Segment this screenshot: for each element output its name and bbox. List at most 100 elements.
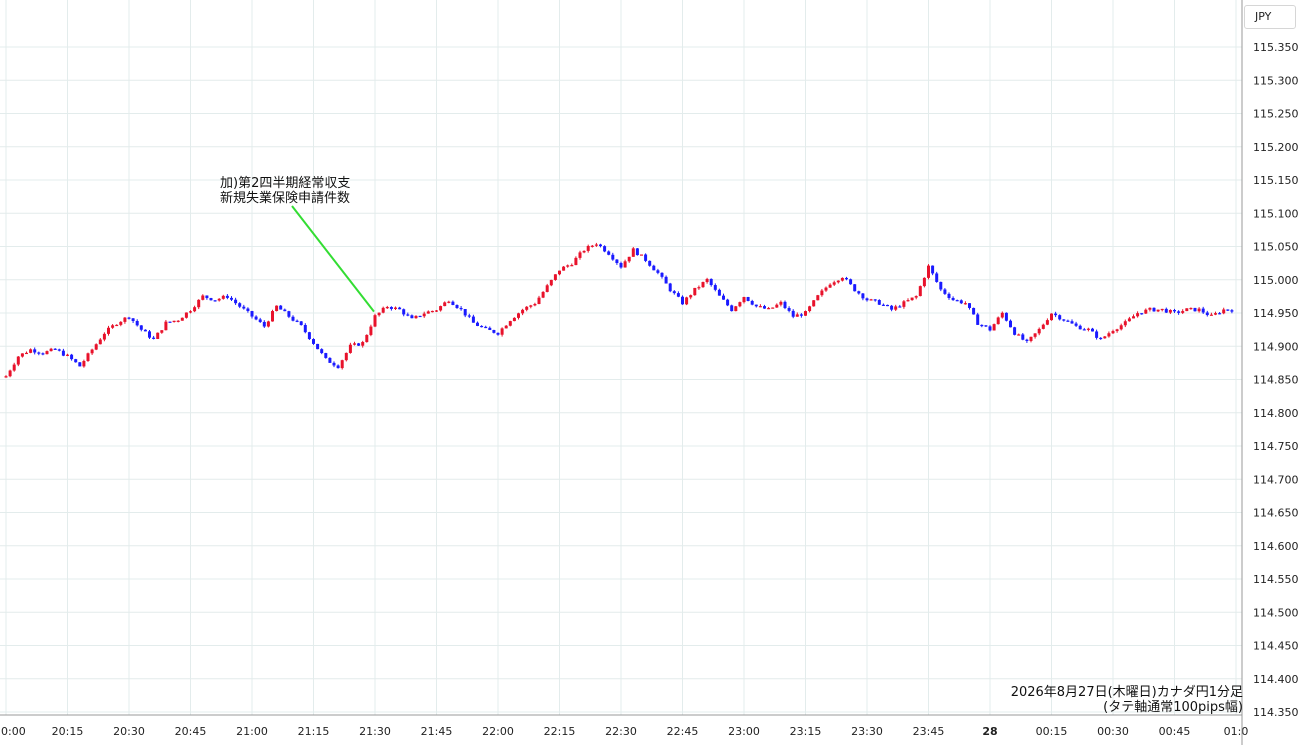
candle-body bbox=[836, 280, 840, 283]
candle-body bbox=[8, 370, 12, 377]
candle-body bbox=[49, 348, 53, 352]
candle bbox=[143, 329, 147, 332]
candle-body bbox=[828, 284, 832, 288]
candle bbox=[959, 299, 963, 305]
candle bbox=[1144, 308, 1148, 314]
candle bbox=[172, 320, 176, 323]
chart-caption: 2026年8月27日(木曜日)カナダ円1分足 (タテ軸通常100pips幅) bbox=[1011, 685, 1243, 715]
candle-body bbox=[558, 270, 561, 275]
candle-body bbox=[1222, 309, 1226, 314]
candle bbox=[566, 264, 570, 268]
candle bbox=[840, 277, 844, 282]
candle bbox=[582, 250, 586, 254]
y-tick-label: 114.400 bbox=[1253, 673, 1299, 686]
candle bbox=[512, 317, 516, 322]
candle-body bbox=[205, 295, 209, 299]
candle bbox=[303, 323, 307, 334]
candle-body bbox=[135, 320, 139, 326]
candle-body bbox=[808, 306, 812, 312]
candle-body bbox=[779, 301, 783, 305]
candle bbox=[853, 284, 857, 292]
candle-body bbox=[266, 321, 270, 327]
candle-body bbox=[676, 293, 680, 297]
candle bbox=[271, 309, 274, 322]
candle-body bbox=[324, 353, 328, 358]
candle bbox=[353, 341, 356, 346]
candle bbox=[890, 304, 894, 312]
candle-body bbox=[381, 307, 385, 313]
candle-body bbox=[996, 317, 1000, 325]
candle-body bbox=[1156, 309, 1160, 312]
candle bbox=[459, 306, 463, 311]
candle-body bbox=[697, 287, 701, 289]
candle-body bbox=[816, 295, 820, 301]
candle bbox=[886, 304, 889, 307]
candle-body bbox=[1173, 309, 1176, 312]
candle-body bbox=[258, 319, 262, 322]
candle-body bbox=[234, 299, 238, 304]
candle-body bbox=[471, 316, 475, 323]
candle-body bbox=[1021, 334, 1025, 340]
candle-body bbox=[410, 315, 414, 319]
candle-body bbox=[586, 245, 590, 251]
candle bbox=[791, 309, 795, 319]
candle-body bbox=[853, 284, 857, 292]
candle bbox=[86, 352, 90, 362]
candle-body bbox=[685, 297, 689, 305]
candle-body bbox=[886, 304, 889, 307]
y-tick-label: 114.950 bbox=[1253, 307, 1299, 320]
candlestick-chart: 115.350 115.300 115.250 115.200 115.150 115.1… bbox=[0, 0, 1300, 745]
candle bbox=[1185, 308, 1189, 312]
candle-body bbox=[705, 278, 709, 283]
candle bbox=[443, 301, 447, 307]
candle bbox=[389, 306, 393, 311]
candle-body bbox=[353, 343, 356, 345]
candle bbox=[57, 348, 61, 352]
candle-body bbox=[898, 306, 902, 308]
candle-body bbox=[1140, 313, 1144, 315]
candle-body bbox=[86, 353, 90, 362]
candle-body bbox=[722, 295, 725, 300]
candle bbox=[1205, 310, 1209, 317]
candle-body bbox=[943, 289, 947, 294]
candle bbox=[976, 312, 980, 325]
candle bbox=[836, 280, 840, 284]
candle-body bbox=[1226, 309, 1230, 311]
candle bbox=[931, 265, 935, 276]
candle bbox=[1070, 319, 1074, 324]
candle bbox=[849, 278, 853, 285]
candle bbox=[640, 254, 643, 256]
candle-body bbox=[1009, 320, 1012, 328]
candle bbox=[414, 315, 418, 319]
candle bbox=[984, 325, 988, 328]
candle-body bbox=[906, 300, 910, 302]
candle bbox=[968, 303, 971, 310]
candle bbox=[1119, 323, 1123, 331]
candle-body bbox=[1054, 313, 1058, 316]
candle bbox=[230, 296, 233, 302]
candle-body bbox=[820, 290, 824, 296]
x-tick-label: 23:15 bbox=[790, 725, 822, 738]
candle-body bbox=[574, 257, 578, 266]
candle bbox=[603, 245, 607, 253]
candle-body bbox=[1091, 328, 1094, 332]
candle bbox=[377, 312, 381, 317]
candle-body bbox=[1127, 318, 1131, 322]
candle bbox=[668, 282, 672, 293]
candle bbox=[37, 351, 41, 356]
candle-body bbox=[533, 304, 537, 306]
candle bbox=[775, 303, 779, 308]
candle bbox=[340, 359, 344, 370]
candle bbox=[672, 290, 676, 295]
candle bbox=[394, 306, 397, 311]
candle-body bbox=[16, 356, 20, 365]
candle bbox=[869, 298, 873, 301]
candle bbox=[754, 304, 758, 308]
candle-body bbox=[1181, 311, 1185, 313]
candle-body bbox=[775, 304, 779, 308]
candle-body bbox=[648, 260, 652, 266]
candle bbox=[1013, 326, 1017, 336]
candle-body bbox=[70, 354, 74, 360]
candle-body bbox=[1193, 307, 1197, 312]
currency-label[interactable]: JPY bbox=[1244, 5, 1296, 29]
